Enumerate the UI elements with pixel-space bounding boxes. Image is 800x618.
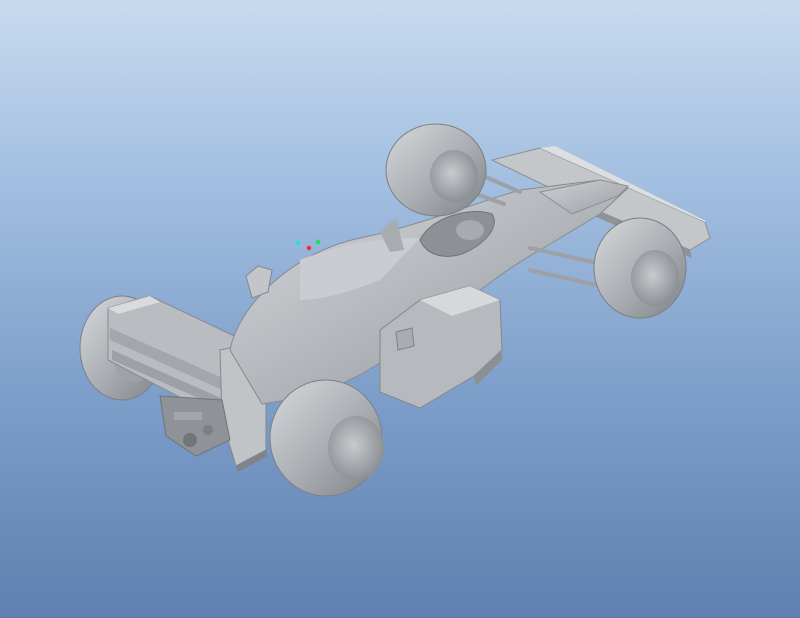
- gearbox: [159, 395, 231, 457]
- side-mirror: [395, 327, 415, 351]
- tire-rear-right: [269, 379, 384, 497]
- tire-front-left: [385, 123, 487, 217]
- 3d-viewport[interactable]: [0, 0, 800, 618]
- xyz-axis-triad-icon: [295, 239, 321, 251]
- f1-car-model[interactable]: [0, 0, 800, 618]
- tire-front-right: [593, 217, 687, 319]
